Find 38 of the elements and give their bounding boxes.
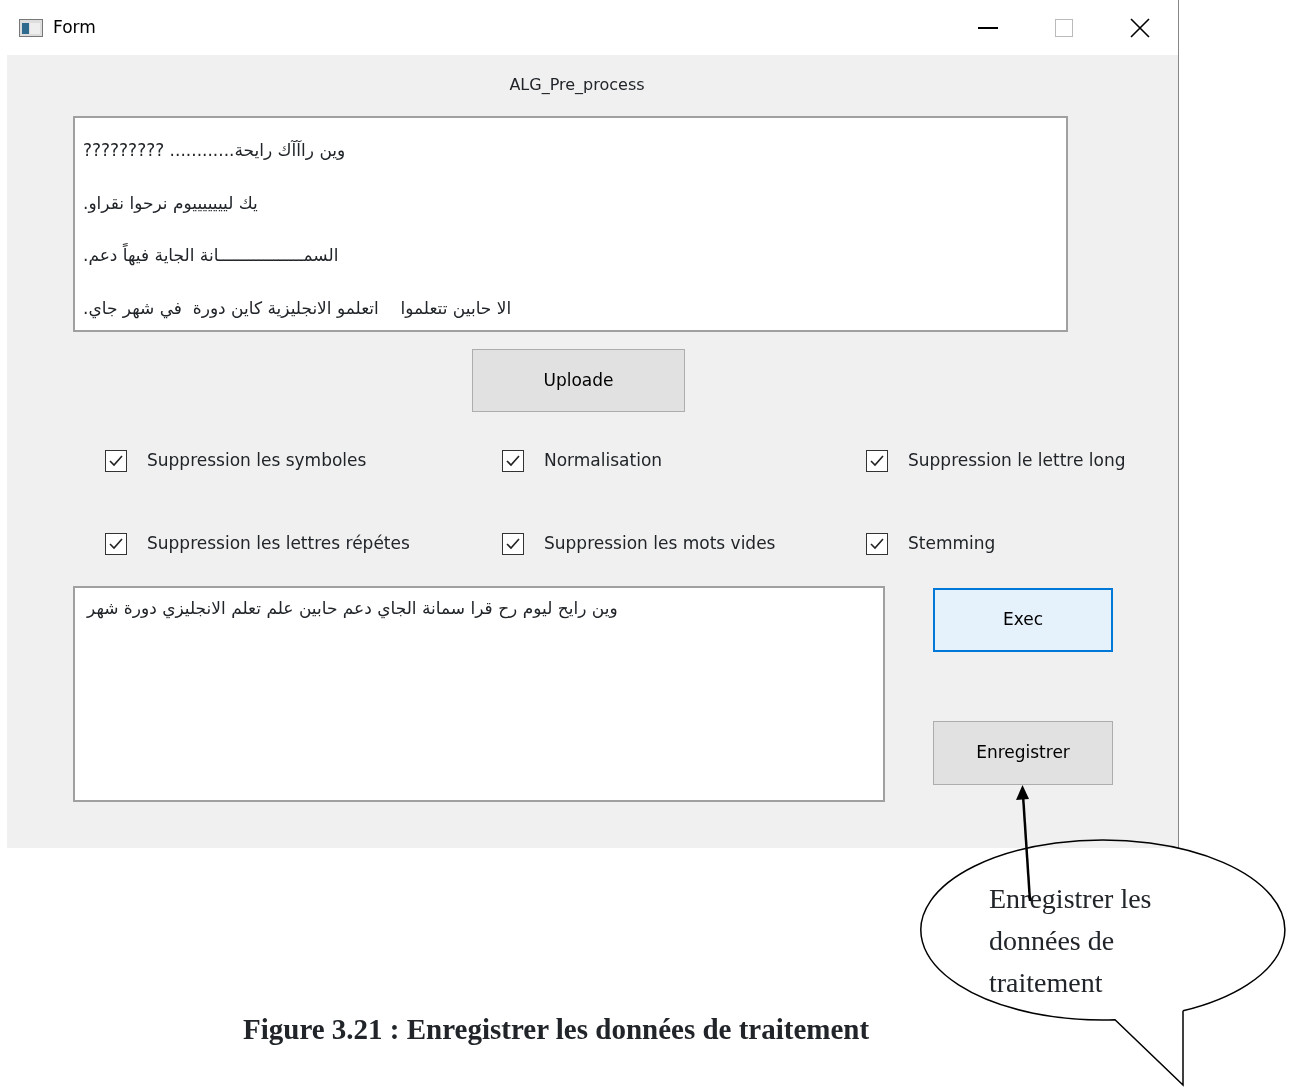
maximize-icon <box>1055 18 1073 37</box>
upload-button[interactable]: Uploade <box>472 349 685 412</box>
input-text-area[interactable]: وين راآآك رايحة............ ????????? يك ليييييييوم نرحوا نقراو. السمـــــــــــــــــانة الجاية فيهاً دعم. الا حابين تتعلموا اتعلمو الانجليزية كاين دورة في شهر جاي. <box>73 116 1068 332</box>
action-button[interactable]: Exec <box>933 588 1113 652</box>
callout-text: traitement <box>989 966 1104 1000</box>
close-icon <box>1130 17 1150 38</box>
callout-text: Enregistrer les <box>989 882 1152 916</box>
output-text-area[interactable]: وين رايح ليوم رح قرا سمانة الجاي دعم حابين علم تعلم الانجليزي دورة شهر <box>73 586 885 802</box>
text-line: السمـــــــــــــــــانة الجاية فيهاً دعم. <box>83 245 339 265</box>
callout-text: données de <box>989 924 1116 958</box>
checkmark-icon <box>108 536 124 551</box>
checkbox-label: Suppression les symboles <box>147 448 367 472</box>
checkbox-label: Suppression les lettres répétes <box>147 531 410 555</box>
form-heading: ALG_Pre_process <box>509 75 645 94</box>
checkbox-label: Normalisation <box>544 448 663 472</box>
action-button[interactable]: Enregistrer <box>933 721 1113 785</box>
checkbox-label: Suppression les mots vides <box>544 531 776 555</box>
checkmark-icon <box>505 536 521 551</box>
checkbox[interactable] <box>105 532 127 555</box>
figure-caption: Figure 3.21 : Enregistrer les données de traitement <box>243 1012 870 1047</box>
minimize-icon <box>978 26 998 29</box>
checkbox[interactable] <box>502 449 524 472</box>
app-icon <box>19 18 43 37</box>
checkmark-icon <box>108 453 124 468</box>
checkmark-icon <box>869 536 885 551</box>
checkmark-icon <box>505 453 521 468</box>
window-title: Form <box>53 15 96 39</box>
checkbox[interactable] <box>502 532 524 555</box>
checkbox[interactable] <box>866 449 888 472</box>
text-line: الا حابين تتعلموا اتعلمو الانجليزية كاين دورة في شهر جاي. <box>83 297 512 318</box>
checkbox-label: Stemming <box>908 531 996 555</box>
text-line: وين راآآك رايحة............ ????????? <box>83 140 346 160</box>
checkbox-label: Suppression le lettre long <box>908 448 1126 472</box>
text-line: يك ليييييييوم نرحوا نقراو. <box>83 192 258 213</box>
checkbox[interactable] <box>105 449 127 472</box>
checkmark-icon <box>869 453 885 468</box>
output-text: وين رايح ليوم رح قرا سمانة الجاي دعم حابين علم تعلم الانجليزي دورة شهر <box>87 598 618 618</box>
checkbox[interactable] <box>866 532 888 555</box>
